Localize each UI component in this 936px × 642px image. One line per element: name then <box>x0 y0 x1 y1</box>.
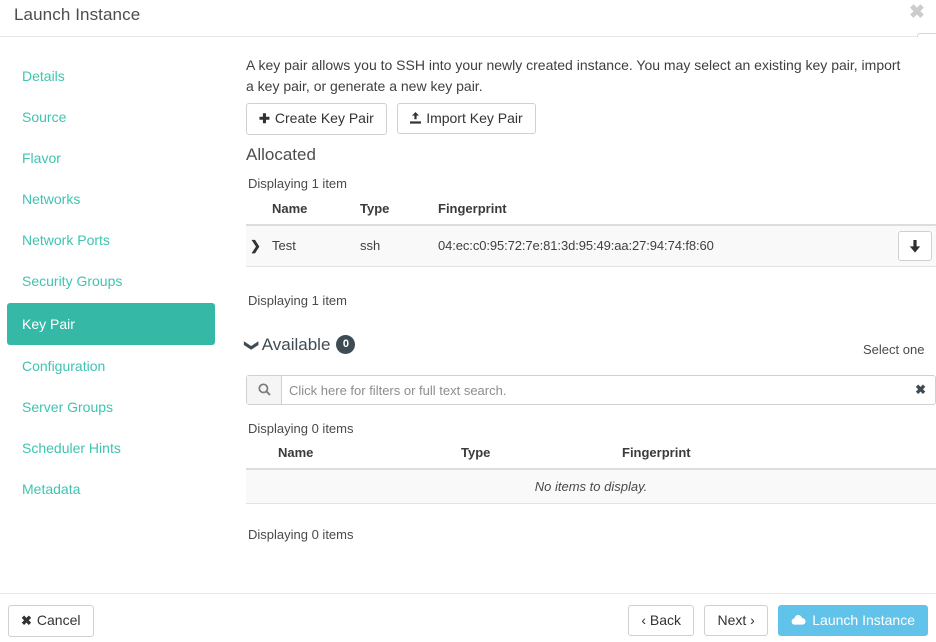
search-input[interactable] <box>283 376 903 404</box>
allocated-expand-header <box>246 201 272 226</box>
import-key-pair-label: Import Key Pair <box>426 110 523 126</box>
available-expand-header <box>246 445 278 470</box>
sidebar-item-server-groups[interactable]: Server Groups <box>7 392 215 423</box>
allocated-count-bottom: Displaying 1 item <box>248 293 347 308</box>
next-button[interactable]: Next › <box>704 605 768 636</box>
cloud-upload-icon <box>791 613 806 628</box>
sidebar-item-network-ports[interactable]: Network Ports <box>7 225 215 256</box>
close-icon[interactable]: ✖ <box>906 2 928 24</box>
allocated-count-top: Displaying 1 item <box>248 176 347 191</box>
available-col-type: Type <box>461 445 622 470</box>
create-key-pair-label: Create Key Pair <box>274 110 374 126</box>
allocated-section-title: Allocated <box>246 145 316 164</box>
import-key-pair-button[interactable]: Import Key Pair <box>397 103 536 134</box>
available-col-name: Name <box>278 445 461 470</box>
page-title: Launch Instance <box>14 5 141 24</box>
available-section-toggle[interactable]: ❯Available 0 <box>244 335 356 355</box>
allocated-col-fingerprint: Fingerprint <box>438 201 890 226</box>
available-empty-message: No items to display. <box>246 469 936 504</box>
sidebar-item-flavor[interactable]: Flavor <box>7 143 215 174</box>
launch-instance-label: Launch Instance <box>812 612 915 628</box>
available-count-badge: 0 <box>336 335 356 354</box>
allocated-table-header-row: Name Type Fingerprint <box>246 201 936 226</box>
key-pair-help-text: A key pair allows you to SSH into your n… <box>246 57 901 94</box>
sidebar-item-networks[interactable]: Networks <box>7 184 215 215</box>
launch-instance-button[interactable]: Launch Instance <box>778 605 928 636</box>
available-search-bar: ✖ <box>246 375 936 405</box>
select-one-hint: Select one <box>863 342 925 357</box>
available-section-title: Available <box>261 335 331 354</box>
available-count-top: Displaying 0 items <box>248 421 354 436</box>
x-icon: ✖ <box>21 613 32 628</box>
allocated-row-name: Test <box>272 225 360 267</box>
available-col-fingerprint: Fingerprint <box>622 445 936 470</box>
clear-icon[interactable]: ✖ <box>915 376 926 404</box>
cancel-label: Cancel <box>36 612 81 628</box>
available-table-header-row: Name Type Fingerprint <box>246 445 936 470</box>
allocated-col-actions <box>890 201 936 226</box>
available-table: Name Type Fingerprint No items to displa… <box>246 445 936 504</box>
allocated-row-fingerprint: 04:ec:c0:95:72:7e:81:3d:95:49:aa:27:94:7… <box>438 225 890 267</box>
allocated-table: Name Type Fingerprint ❯ Test ssh 04:ec:c… <box>246 201 936 267</box>
sidebar-item-configuration[interactable]: Configuration <box>7 351 215 382</box>
allocated-row-type: ssh <box>360 225 438 267</box>
sidebar-item-source[interactable]: Source <box>7 102 215 133</box>
create-key-pair-button[interactable]: ✚ Create Key Pair <box>246 103 387 135</box>
table-row[interactable]: ❯ Test ssh 04:ec:c0:95:72:7e:81:3d:95:49… <box>246 225 936 267</box>
deallocate-key-pair-button[interactable] <box>898 230 932 261</box>
search-icon[interactable] <box>247 376 282 404</box>
allocated-col-type: Type <box>360 201 438 226</box>
modal-footer: ✖ Cancel ‹ Back Next › Launch Instance <box>0 593 936 642</box>
chevron-right-icon[interactable]: ❯ <box>250 238 261 254</box>
upload-icon <box>410 111 422 126</box>
key-pair-step-panel: A key pair allows you to SSH into your n… <box>222 37 936 593</box>
table-row: No items to display. <box>246 469 936 504</box>
key-pair-action-buttons: ✚ Create Key Pair Import Key Pair <box>246 103 536 135</box>
sidebar-item-metadata[interactable]: Metadata <box>7 474 215 505</box>
available-count-bottom: Displaying 0 items <box>248 527 354 542</box>
sidebar-item-security-groups[interactable]: Security Groups <box>7 266 215 297</box>
launch-instance-modal: Launch Instance ✖ Details Source Flavor … <box>0 0 936 642</box>
wizard-step-nav: Details Source Flavor Networks Network P… <box>0 37 222 593</box>
back-button[interactable]: ‹ Back <box>628 605 694 636</box>
modal-header: Launch Instance ✖ <box>0 0 936 37</box>
plus-icon: ✚ <box>259 111 270 126</box>
footer-nav-buttons: ‹ Back Next › Launch Instance <box>628 605 928 636</box>
allocated-col-name: Name <box>272 201 360 226</box>
cancel-button[interactable]: ✖ Cancel <box>8 605 94 637</box>
sidebar-item-key-pair[interactable]: Key Pair <box>7 303 215 345</box>
sidebar-item-details[interactable]: Details <box>7 61 215 92</box>
chevron-down-icon: ❯ <box>244 339 261 352</box>
sidebar-item-scheduler-hints[interactable]: Scheduler Hints <box>7 433 215 464</box>
